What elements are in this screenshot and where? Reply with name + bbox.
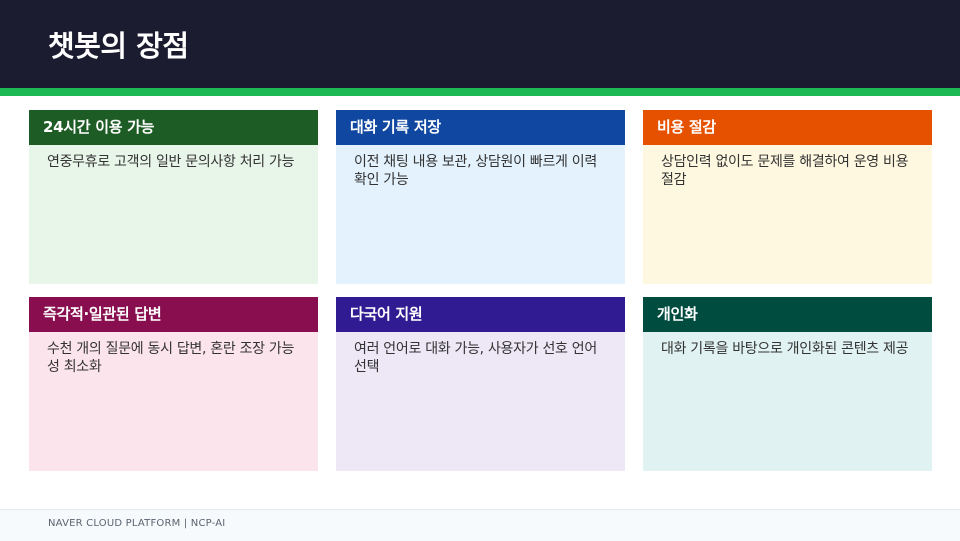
card-description: 이전 채팅 내용 보관, 상담원이 빠르게 이력 확인 가능 [354, 154, 597, 188]
card-description: 대화 기록을 바탕으로 개인화된 콘텐츠 제공 [661, 341, 909, 357]
card-title: 대화 기록 저장 [336, 110, 625, 145]
card-description: 연중무휴로 고객의 일반 문의사항 처리 가능 [47, 154, 295, 170]
card-title: 즉각적·일관된 답변 [29, 297, 318, 332]
accent-divider [0, 88, 960, 96]
card-title: 24시간 이용 가능 [29, 110, 318, 145]
card-description: 상담인력 없이도 문제를 해결하여 운영 비용 절감 [661, 154, 909, 188]
slide-title: 챗봇의 장점 [48, 29, 189, 63]
card-instant-answers: 즉각적·일관된 답변 수천 개의 질문에 동시 답변, 혼란 조장 가능성 최소… [29, 297, 318, 471]
card-personalization: 개인화 대화 기록을 바탕으로 개인화된 콘텐츠 제공 [643, 297, 932, 471]
card-description: 수천 개의 질문에 동시 답변, 혼란 조장 가능성 최소화 [47, 341, 295, 375]
card-chat-history: 대화 기록 저장 이전 채팅 내용 보관, 상담원이 빠르게 이력 확인 가능 [336, 110, 625, 284]
card-cost-saving: 비용 절감 상담인력 없이도 문제를 해결하여 운영 비용 절감 [643, 110, 932, 284]
card-title: 다국어 지원 [336, 297, 625, 332]
slide-header: 챗봇의 장점 [0, 0, 960, 88]
card-24h-availability: 24시간 이용 가능 연중무휴로 고객의 일반 문의사항 처리 가능 [29, 110, 318, 284]
card-multilingual: 다국어 지원 여러 언어로 대화 가능, 사용자가 선호 언어 선택 [336, 297, 625, 471]
footer-text: NAVER CLOUD PLATFORM | NCP-AI [48, 518, 226, 529]
card-title: 개인화 [643, 297, 932, 332]
card-title: 비용 절감 [643, 110, 932, 145]
card-description: 여러 언어로 대화 가능, 사용자가 선호 언어 선택 [354, 341, 597, 375]
slide-footer: NAVER CLOUD PLATFORM | NCP-AI [0, 509, 960, 541]
